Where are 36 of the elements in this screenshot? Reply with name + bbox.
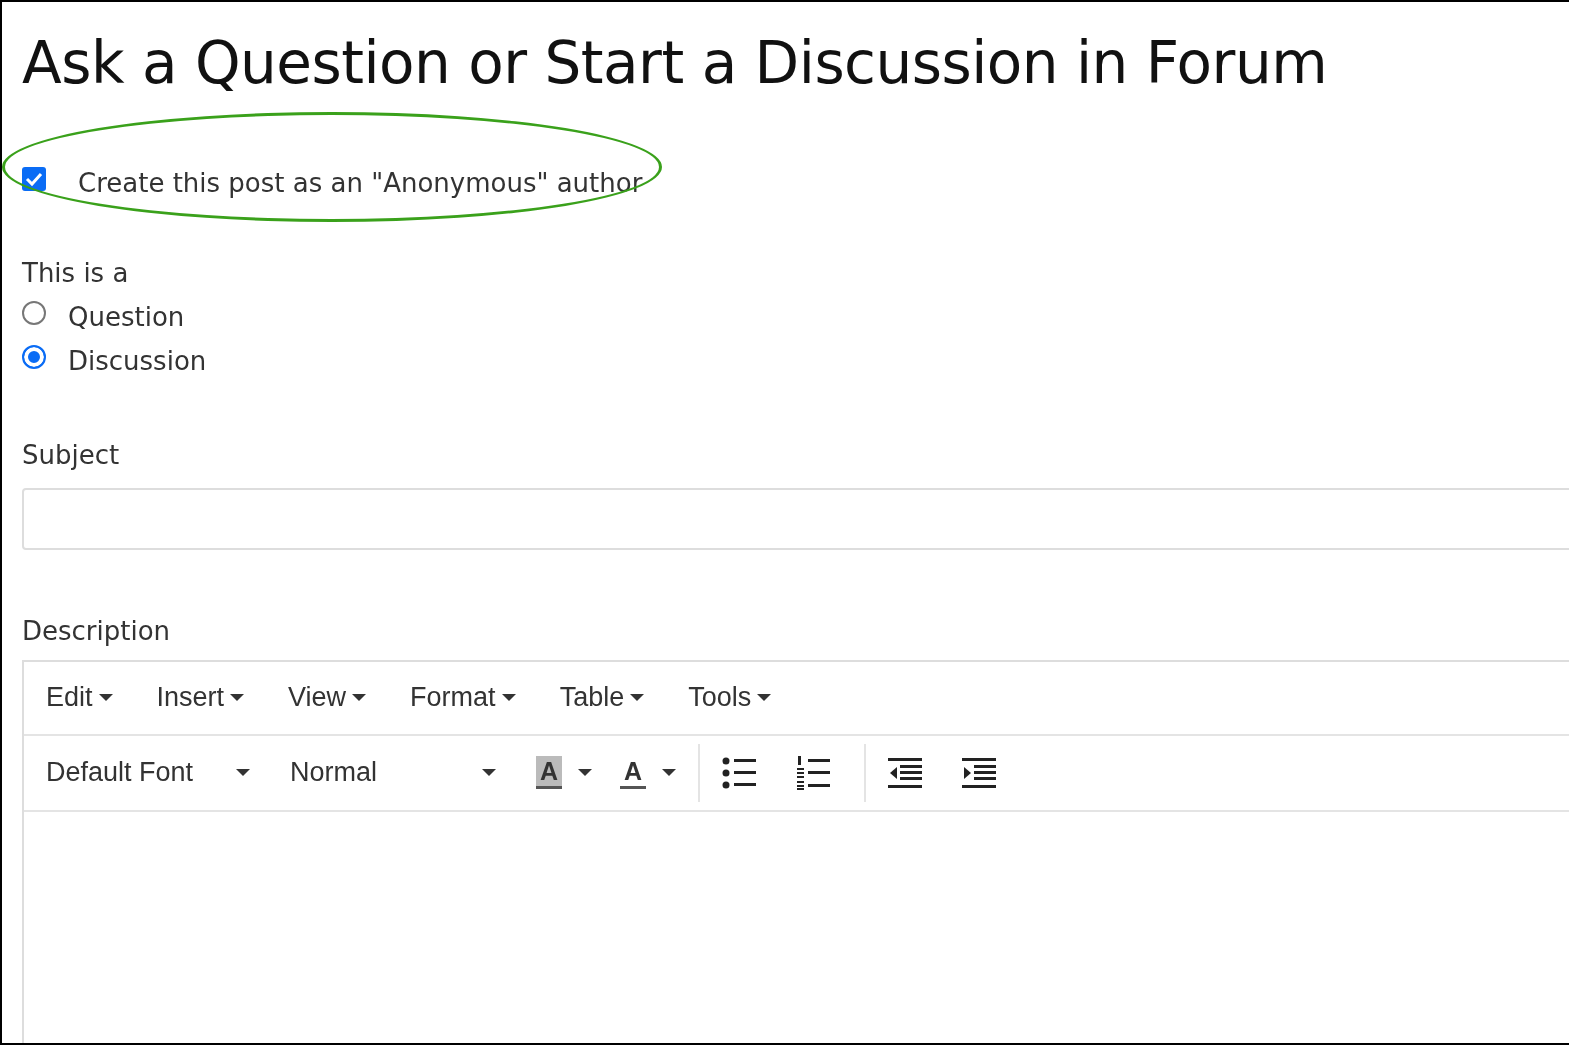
page-title: Ask a Question or Start a Discussion in Forum <box>22 32 1329 96</box>
menu-button[interactable]: Table <box>559 682 645 714</box>
rich-text-editor[interactable]: Edit Insert View Format Table Tools Default Font Normal A A <box>22 659 1569 1043</box>
caret-icon <box>482 768 496 777</box>
subject-input-field[interactable] <box>22 487 1569 550</box>
caret-icon <box>662 768 677 777</box>
field-label: Description <box>22 615 172 646</box>
caret-icon <box>98 693 113 702</box>
font-dropdown[interactable]: Normal <box>290 757 496 789</box>
numbered-list-icon[interactable] <box>796 755 831 790</box>
checkbox[interactable] <box>22 166 46 191</box>
menu-button[interactable]: Tools <box>688 682 772 714</box>
caret-icon <box>236 768 250 777</box>
indent-icon[interactable] <box>962 757 997 788</box>
outdent-icon[interactable] <box>888 757 923 788</box>
field-label: Subject <box>22 439 121 470</box>
radio-button[interactable] <box>22 300 46 325</box>
caret-icon <box>352 693 367 702</box>
field-label: This is a <box>22 257 130 288</box>
menu-button[interactable]: View <box>288 682 367 714</box>
font-dropdown[interactable]: Default Font <box>46 757 250 789</box>
menu-button[interactable]: Format <box>410 682 516 714</box>
caret-icon <box>757 693 772 702</box>
radio-button[interactable] <box>22 344 46 369</box>
caret-icon <box>578 768 593 777</box>
caret-icon <box>230 693 245 702</box>
caret-icon <box>501 693 516 702</box>
checkbox-label: Create this post as an "Anonymous" author <box>78 167 643 198</box>
radio-label: Question <box>68 301 185 332</box>
menu-button[interactable]: Edit <box>46 682 113 714</box>
highlight-color-button[interactable]: A <box>536 756 593 790</box>
bullet-list-icon[interactable] <box>722 756 757 789</box>
caret-icon <box>630 693 645 702</box>
menu-button[interactable]: Insert <box>156 682 245 714</box>
radio-label: Discussion <box>68 345 207 376</box>
text-color-button[interactable]: A <box>620 756 677 790</box>
